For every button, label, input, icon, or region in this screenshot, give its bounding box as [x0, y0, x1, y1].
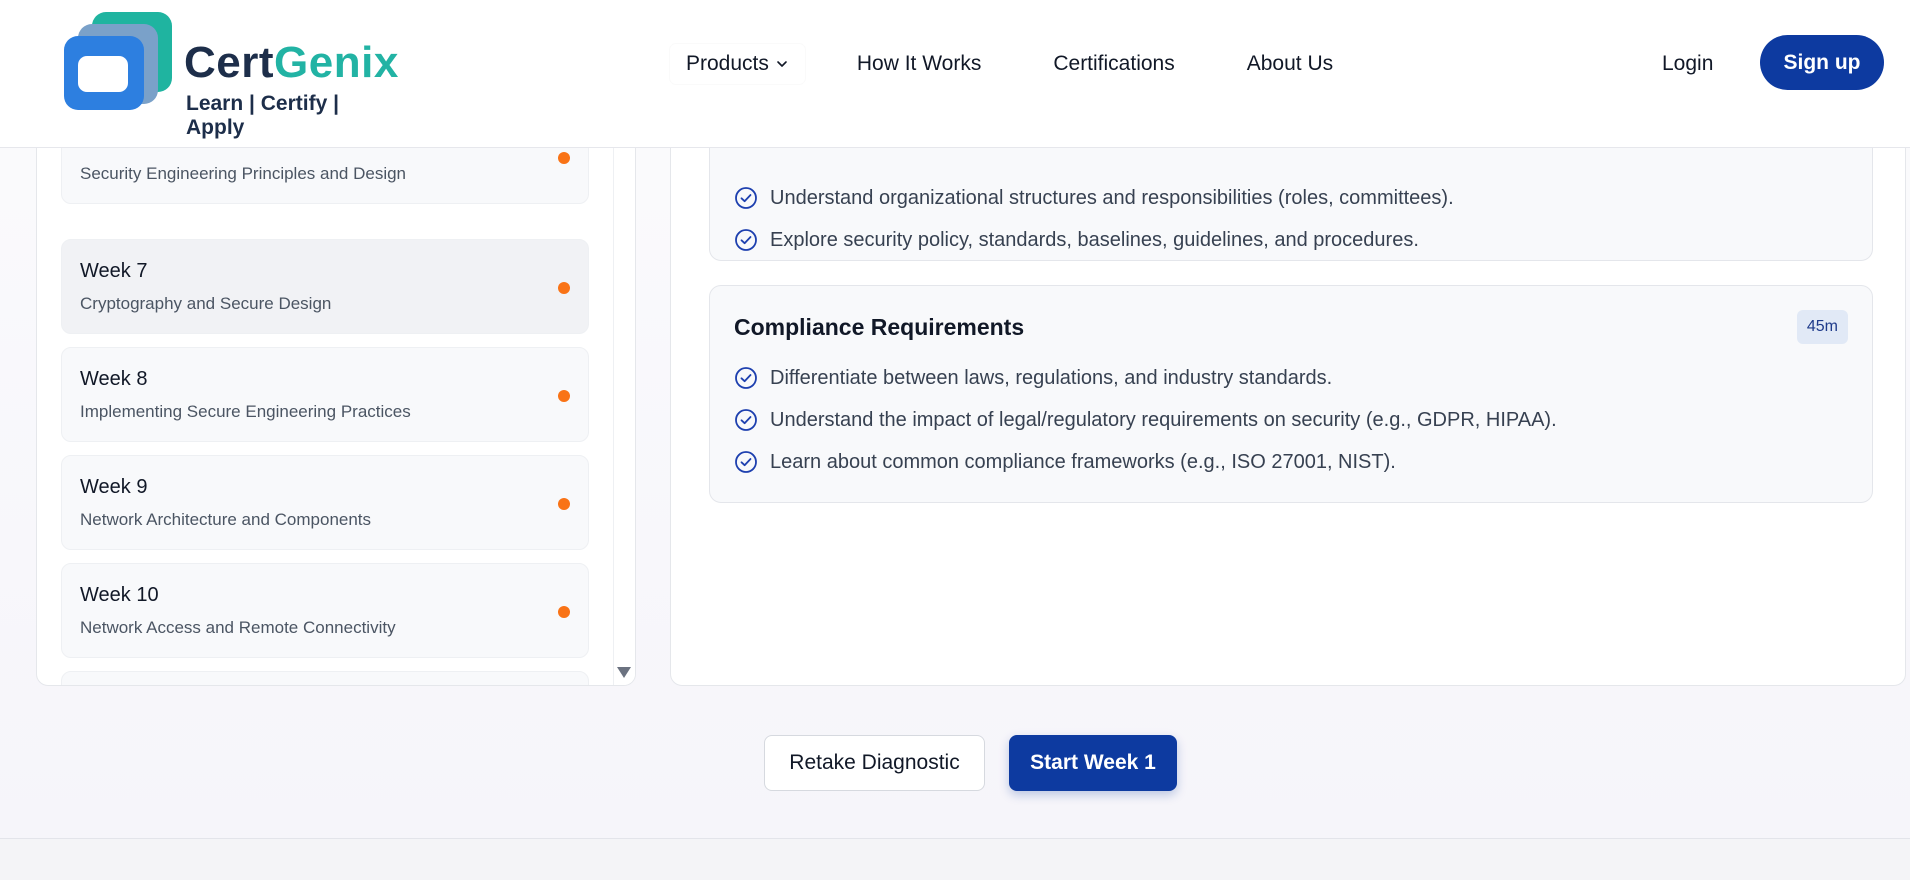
objective-item: Learn about common compliance frameworks… — [734, 450, 1396, 474]
week-list-panel: Week 6 Security Engineering Principles a… — [36, 110, 636, 686]
week-item[interactable]: Week 7 Cryptography and Secure Design — [61, 239, 589, 334]
check-circle-icon — [735, 229, 757, 251]
week-subtitle: Network Architecture and Components — [80, 510, 372, 529]
nav-item-products[interactable]: Products — [670, 44, 805, 84]
nav-item-how-it-works[interactable]: How It Works — [841, 44, 997, 84]
chevron-down-icon — [777, 61, 787, 67]
week-subtitle: Implementing Secure Engineering Practice… — [80, 402, 411, 421]
nav-item-about-us[interactable]: About Us — [1231, 44, 1349, 84]
brand-word-part1: Cert — [184, 38, 275, 87]
status-dot — [558, 498, 570, 510]
check-circle-icon — [735, 187, 757, 209]
week-subtitle: Network Access and Remote Connectivity — [80, 618, 396, 637]
objective-text: Understand the impact of legal/regulator… — [770, 408, 1557, 431]
week-subtitle: Security Engineering Principles and Desi… — [80, 164, 407, 183]
objective-item: Understand organizational structures and… — [734, 186, 1454, 210]
main-nav: Products How It Works Certifications Abo… — [670, 44, 1349, 84]
footer-band — [0, 838, 1910, 880]
week-list-scrollbar[interactable] — [613, 111, 635, 685]
objective-text: Understand organizational structures and… — [770, 186, 1454, 209]
login-link[interactable]: Login — [1648, 50, 1727, 78]
status-dot — [558, 282, 570, 294]
week-title: Week 10 — [80, 584, 159, 606]
objective-text: Learn about common compliance frameworks… — [770, 450, 1396, 473]
check-circle-icon — [735, 451, 757, 473]
week-item[interactable]: Week 9 Network Architecture and Componen… — [61, 455, 589, 550]
objective-item: Explore security policy, standards, base… — [734, 228, 1419, 252]
week-title: Week 8 — [80, 368, 148, 390]
objective-item: Differentiate between laws, regulations,… — [734, 366, 1332, 390]
objective-item: Understand the impact of legal/regulator… — [734, 408, 1557, 432]
week-title: Week 9 — [80, 476, 148, 498]
objective-text: Differentiate between laws, regulations,… — [770, 366, 1333, 389]
start-week-button[interactable]: Start Week 1 — [1009, 735, 1177, 791]
topic-card-compliance: Compliance Requirements 45m Differentiat… — [709, 285, 1873, 503]
signup-button[interactable]: Sign up — [1760, 35, 1884, 90]
brand-tagline: Learn | Certify | Apply — [186, 92, 339, 139]
logo[interactable]: CertGenix Learn | Certify | Apply — [62, 12, 398, 139]
status-dot — [558, 152, 570, 164]
brand-word-part2: Genix — [274, 38, 399, 87]
topic-title: Compliance Requirements — [734, 314, 1025, 340]
duration-badge: 45m — [1796, 310, 1848, 344]
week-item[interactable]: Week 8 Implementing Secure Engineering P… — [61, 347, 589, 442]
retake-diagnostic-button[interactable]: Retake Diagnostic — [764, 735, 985, 791]
nav-item-certifications[interactable]: Certifications — [1037, 44, 1190, 84]
topic-detail-panel: Understand organizational structures and… — [670, 110, 1906, 686]
week-subtitle: Cryptography and Secure Design — [80, 294, 332, 313]
week-item[interactable]: Week 10 Network Access and Remote Connec… — [61, 563, 589, 658]
status-dot — [558, 390, 570, 402]
objective-text: Explore security policy, standards, base… — [770, 228, 1419, 251]
site-header: CertGenix Learn | Certify | Apply Produc… — [0, 0, 1910, 148]
status-dot — [558, 606, 570, 618]
check-circle-icon — [735, 367, 757, 389]
scroll-down-arrow-icon[interactable] — [617, 667, 631, 678]
week-item-partial[interactable] — [61, 671, 589, 685]
week-title: Week 7 — [80, 260, 148, 282]
brand-wordmark: CertGenix — [184, 38, 399, 88]
check-circle-icon — [735, 409, 757, 431]
logo-mark-icon — [64, 12, 172, 110]
nav-item-label: Products — [686, 52, 769, 75]
